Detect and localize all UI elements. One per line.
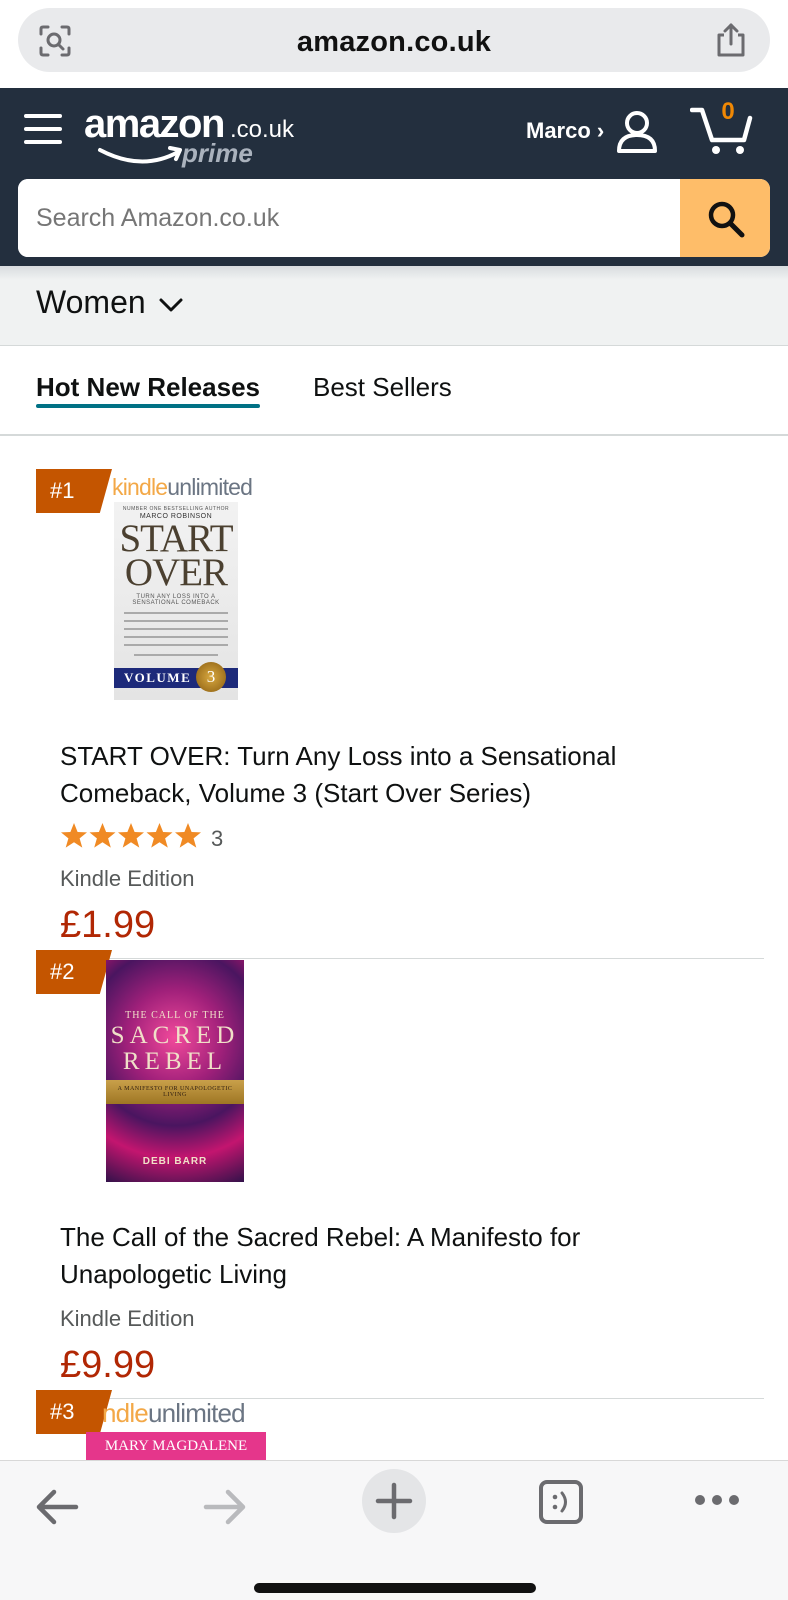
cover-subtitle: TURN ANY LOSS INTO A SENSATIONAL COMEBAC… [132, 594, 220, 606]
product-image[interactable]: THE CALL OF THE SACRED REBEL A MANIFESTO… [106, 960, 244, 1182]
cover-top-line: NUMBER ONE BESTSELLING AUTHOR [122, 506, 230, 512]
logo-prime: prime [182, 138, 253, 168]
cover-line-2: SACRED [110, 1022, 240, 1049]
cover-text-line [134, 654, 218, 656]
cover-title-line-2: OVER [124, 551, 228, 594]
chevron-down-icon [159, 298, 183, 312]
search-bar [18, 179, 770, 257]
cart-count: 0 [721, 98, 735, 125]
site-header: amazon .co.uk prime Marco › 0 [0, 88, 788, 266]
ku-unlimited-text: unlimited [147, 1398, 246, 1428]
list-tabs: Hot New Releases Best Sellers [0, 346, 788, 436]
product-price: £9.99 [60, 1344, 156, 1386]
list-divider [36, 958, 764, 959]
rank-badge: #1 [36, 469, 112, 513]
more-dots-icon[interactable] [694, 1493, 740, 1507]
category-label: Women [36, 284, 146, 320]
back-arrow-icon[interactable] [34, 1487, 80, 1527]
cover-tagline: A MANIFESTO FOR UNAPOLOGETIC LIVING [117, 1086, 233, 1098]
cover-text-line [124, 612, 228, 614]
forward-arrow-icon[interactable] [202, 1487, 248, 1527]
product-format: Kindle Edition [60, 866, 195, 891]
cover-text-line [124, 620, 228, 622]
cover-volume-number: 3 [196, 662, 226, 692]
hamburger-menu-icon[interactable] [24, 112, 62, 146]
cover-text-line [124, 628, 228, 630]
browser-toolbar [0, 1460, 788, 1600]
home-indicator [254, 1583, 536, 1593]
ku-kindle-text: kindle [112, 474, 168, 500]
product-price: £1.99 [60, 904, 156, 946]
share-icon[interactable] [714, 22, 748, 58]
product-format: Kindle Edition [60, 1306, 195, 1331]
user-icon[interactable] [614, 108, 660, 154]
product-title[interactable]: The Call of the Sacred Rebel: A Manifest… [60, 1219, 720, 1293]
amazon-prime-logo[interactable]: amazon .co.uk prime [84, 102, 314, 168]
tab-best-sellers[interactable]: Best Sellers [313, 372, 452, 403]
account-link[interactable]: Marco › [526, 118, 604, 144]
rank-badge: #3 [36, 1390, 112, 1434]
product-image[interactable]: MARY MAGDALENE [86, 1432, 266, 1460]
cover-author: DEBI BARR [142, 1156, 208, 1167]
cover-line-1: THE CALL OF THE [125, 1010, 225, 1021]
rating-count[interactable]: 3 [211, 826, 223, 852]
cover-line-3: REBEL [122, 1048, 228, 1075]
search-icon [708, 201, 745, 238]
kindle-unlimited-badge: ndleunlimited [102, 1398, 246, 1429]
active-tab-indicator [36, 404, 260, 408]
cover-text-line [124, 636, 228, 638]
cover-line-1: MARY MAGDALENE [104, 1438, 248, 1454]
ku-unlimited-text: unlimited [167, 474, 253, 500]
ku-kindle-text: ndle [102, 1398, 149, 1428]
product-image[interactable]: NUMBER ONE BESTSELLING AUTHOR MARCO ROBI… [114, 502, 238, 700]
tab-hot-new-releases[interactable]: Hot New Releases [36, 372, 260, 403]
address-field[interactable]: amazon.co.uk [18, 8, 770, 72]
rank-badge: #2 [36, 950, 112, 994]
url-text: amazon.co.uk [296, 26, 492, 58]
header-shadow [0, 266, 788, 280]
amazon-smile-icon [98, 146, 182, 164]
search-input[interactable] [18, 179, 680, 257]
kindle-unlimited-badge: kindleunlimited [112, 474, 253, 501]
star-rating-icon[interactable] [60, 822, 202, 850]
tabs-switcher-icon[interactable] [538, 1479, 584, 1525]
search-button[interactable] [680, 179, 770, 257]
product-title[interactable]: START OVER: Turn Any Loss into a Sensati… [60, 738, 720, 812]
browser-url-bar: amazon.co.uk [0, 0, 788, 88]
cover-text-line [124, 644, 228, 646]
new-tab-plus-icon[interactable] [362, 1469, 426, 1533]
